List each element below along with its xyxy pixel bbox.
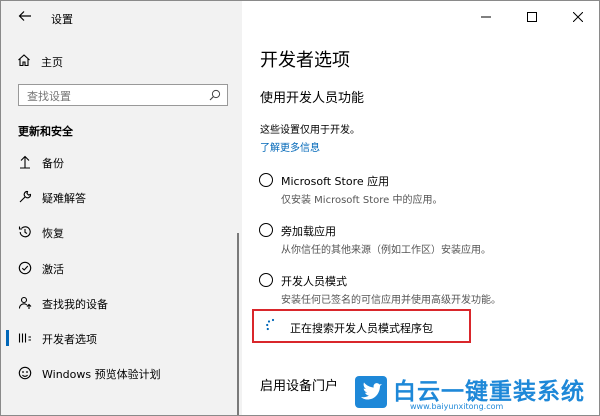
active-indicator bbox=[6, 330, 9, 346]
developer-icon bbox=[18, 333, 31, 343]
window-title: 设置 bbox=[51, 13, 73, 26]
watermark: 白云一键重装系统 www.baiyunxitong.com bbox=[348, 371, 599, 415]
maximize-button[interactable] bbox=[509, 1, 555, 33]
sidebar-scrollbar[interactable] bbox=[237, 233, 239, 415]
watermark-brand: 白云一键重装系统 bbox=[393, 379, 585, 405]
sidebar-item-backup[interactable]: 备份 bbox=[1, 147, 242, 177]
sidebar-item-label: 主页 bbox=[41, 56, 63, 69]
option-label: Microsoft Store 应用 bbox=[281, 175, 390, 188]
section-title: 更新和安全 bbox=[18, 125, 73, 138]
learn-more-link[interactable]: 了解更多信息 bbox=[260, 139, 320, 154]
settings-window: 设置 主页 更新和安全 备份 疑难解答 恢复 激活 查找我的设 bbox=[0, 0, 600, 416]
sidebar-item-label: 疑难解答 bbox=[42, 192, 86, 205]
option-label: 开发人员模式 bbox=[281, 275, 347, 288]
watermark-url: www.baiyunxitong.com bbox=[410, 402, 504, 411]
loading-spinner-icon bbox=[266, 318, 275, 331]
description-text: 这些设置仅用于开发。 bbox=[260, 125, 360, 136]
sidebar-item-label: 查找我的设备 bbox=[42, 298, 108, 311]
radio-button[interactable] bbox=[259, 273, 273, 287]
sidebar-item-label: 开发者选项 bbox=[42, 333, 97, 346]
sidebar-item-recovery[interactable]: 恢复 bbox=[1, 217, 242, 247]
home-icon bbox=[18, 54, 30, 67]
window-controls bbox=[463, 1, 599, 33]
main-pane: 开发者选项 使用开发人员功能 这些设置仅用于开发。 了解更多信息 Microso… bbox=[242, 1, 599, 415]
person-pin-icon bbox=[18, 296, 32, 309]
sidebar-item-windows-insider[interactable]: Windows 预览体验计划 bbox=[1, 358, 242, 388]
search-icon[interactable] bbox=[209, 89, 221, 101]
option-description: 从你信任的其他来源（例如工作区）安装应用。 bbox=[281, 245, 491, 256]
minimize-icon bbox=[481, 16, 491, 18]
minimize-button[interactable] bbox=[463, 1, 509, 33]
sidebar: 设置 主页 更新和安全 备份 疑难解答 恢复 激活 查找我的设 bbox=[1, 1, 242, 415]
search-field[interactable] bbox=[18, 84, 228, 107]
page-title: 开发者选项 bbox=[260, 50, 350, 71]
history-icon bbox=[18, 226, 31, 238]
wrench-icon bbox=[19, 190, 32, 203]
back-button[interactable] bbox=[15, 9, 35, 27]
radio-button[interactable] bbox=[259, 223, 273, 237]
status-text: 正在搜索开发人员模式程序包 bbox=[290, 322, 433, 335]
back-arrow-icon bbox=[18, 11, 31, 21]
sidebar-item-troubleshoot[interactable]: 疑难解答 bbox=[1, 182, 242, 212]
sidebar-item-activation[interactable]: 激活 bbox=[1, 253, 242, 283]
sidebar-item-label: 激活 bbox=[42, 263, 64, 276]
option-label: 旁加载应用 bbox=[281, 225, 336, 238]
sidebar-item-label: Windows 预览体验计划 bbox=[42, 368, 161, 381]
insider-icon bbox=[18, 366, 32, 380]
sidebar-item-find-my-device[interactable]: 查找我的设备 bbox=[1, 288, 242, 318]
close-icon bbox=[573, 12, 583, 22]
sidebar-item-developer-options[interactable]: 开发者选项 bbox=[1, 323, 242, 353]
check-circle-icon bbox=[18, 261, 32, 275]
sidebar-item-label: 备份 bbox=[42, 157, 64, 170]
sidebar-item-label: 恢复 bbox=[42, 227, 64, 240]
close-button[interactable] bbox=[555, 1, 599, 33]
search-input[interactable] bbox=[19, 86, 199, 107]
option-description: 安装任何已签名的可信应用并使用高级开发功能。 bbox=[281, 295, 501, 306]
bird-logo-icon bbox=[355, 376, 387, 408]
device-portal-heading: 启用设备门户 bbox=[260, 379, 339, 394]
radio-button[interactable] bbox=[259, 173, 273, 187]
status-highlight-box: 正在搜索开发人员模式程序包 bbox=[252, 309, 471, 343]
upload-arrow-icon bbox=[20, 155, 30, 169]
maximize-icon bbox=[527, 12, 537, 22]
section-subtitle: 使用开发人员功能 bbox=[260, 91, 365, 106]
option-description: 仅安装 Microsoft Store 中的应用。 bbox=[281, 195, 443, 206]
sidebar-item-home[interactable]: 主页 bbox=[1, 49, 242, 73]
